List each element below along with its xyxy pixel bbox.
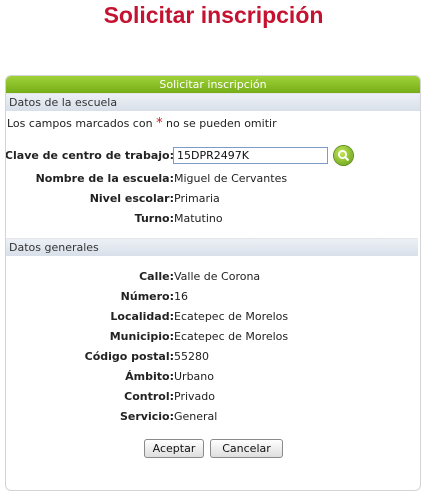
control-value: Privado [174, 390, 215, 403]
search-icon [338, 150, 350, 162]
number-label: Número: [120, 290, 174, 303]
page-title: Solicitar inscripción [103, 2, 324, 28]
accept-button[interactable]: Aceptar [144, 439, 204, 458]
enrollment-form-panel: Solicitar inscripción Datos de la escuel… [5, 75, 421, 491]
school-name-value: Miguel de Cervantes [174, 172, 288, 185]
cancel-button[interactable]: Cancelar [210, 439, 283, 458]
row-street: Calle: Valle de Corona [6, 267, 418, 287]
panel-header: Solicitar inscripción [6, 76, 420, 93]
row-school-level: Nivel escolar: Primaria [6, 189, 418, 209]
school-level-value: Primaria [174, 192, 220, 205]
row-municipality: Municipio: Ecatepec de Morelos [6, 327, 418, 347]
municipality-label: Municipio: [109, 330, 174, 343]
row-school-name: Nombre de la escuela: Miguel de Cervante… [6, 169, 418, 189]
scope-label: Ámbito: [125, 370, 174, 383]
row-scope: Ámbito: Urbano [6, 367, 418, 387]
row-control: Control: Privado [6, 387, 418, 407]
work-center-code-label: *Clave de centro de trabajo: [5, 146, 174, 166]
number-value: 16 [174, 290, 188, 303]
postal-code-label: Código postal: [84, 350, 174, 363]
shift-label: Turno: [134, 212, 174, 225]
municipality-value: Ecatepec de Morelos [174, 330, 289, 343]
required-note-text-end: no se pueden omitir [162, 117, 277, 130]
school-name-label: Nombre de la escuela: [35, 172, 174, 185]
row-locality: Localidad: Ecatepec de Morelos [6, 307, 418, 327]
locality-label: Localidad: [110, 310, 174, 323]
service-value: General [174, 410, 218, 423]
required-note-text-start: Los campos marcados con [7, 117, 157, 130]
row-postal-code: Código postal: 55280 [6, 347, 418, 367]
control-label: Control: [124, 390, 174, 403]
section-header-school: Datos de la escuela [6, 93, 420, 111]
street-label: Calle: [139, 270, 174, 283]
required-fields-note: Los campos marcados con * no se pueden o… [7, 116, 277, 131]
locality-value: Ecatepec de Morelos [174, 310, 289, 323]
work-center-code-label-text: Clave de centro de trabajo: [5, 149, 174, 162]
service-label: Servicio: [120, 410, 174, 423]
postal-code-value: 55280 [174, 350, 209, 363]
section-header-general: Datos generales [6, 238, 418, 256]
row-work-center-code: *Clave de centro de trabajo: [6, 146, 418, 166]
school-level-label: Nivel escolar: [89, 192, 174, 205]
shift-value: Matutino [174, 212, 223, 225]
street-value: Valle de Corona [174, 270, 261, 283]
scope-value: Urbano [174, 370, 214, 383]
row-shift: Turno: Matutino [6, 209, 418, 229]
row-number: Número: 16 [6, 287, 418, 307]
search-button[interactable] [334, 146, 353, 165]
row-service: Servicio: General [6, 407, 418, 427]
work-center-code-input[interactable] [173, 147, 328, 164]
